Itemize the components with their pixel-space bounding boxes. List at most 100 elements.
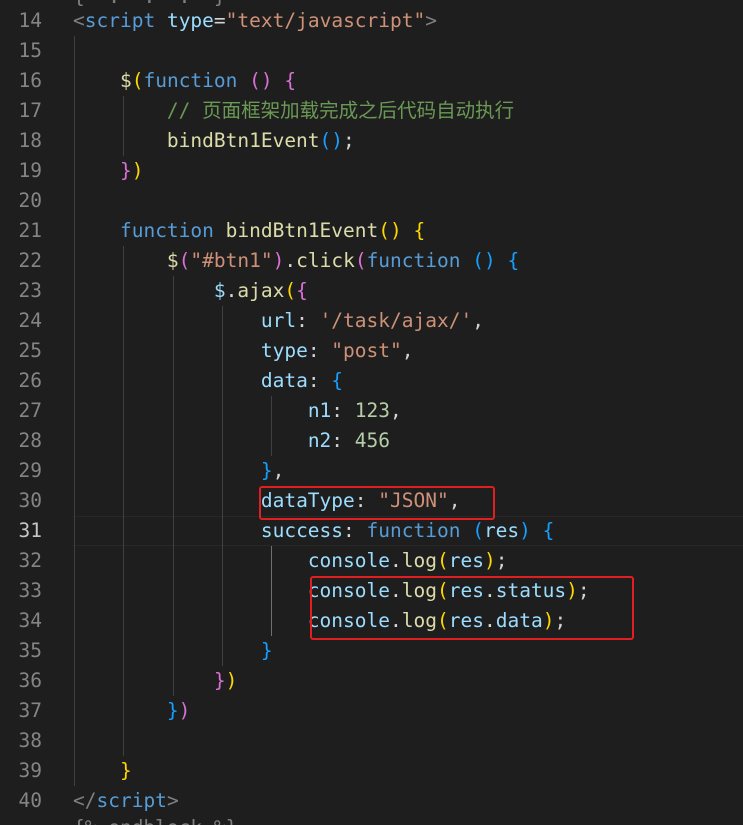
code-token: ) bbox=[483, 549, 496, 572]
code-line[interactable]: type: "post", bbox=[73, 336, 414, 366]
code-token: script bbox=[84, 9, 156, 32]
code-token: = bbox=[213, 9, 226, 32]
code-line[interactable]: data: { bbox=[73, 366, 343, 396]
code-token: } bbox=[260, 639, 273, 662]
code-line[interactable]: }, bbox=[73, 456, 285, 486]
code-token: , bbox=[401, 339, 414, 362]
code-token: ( bbox=[284, 279, 297, 302]
code-token: n1 bbox=[307, 399, 332, 422]
code-token: { bbox=[296, 279, 308, 302]
code-line[interactable]: } bbox=[73, 756, 132, 786]
code-line[interactable]: }) bbox=[73, 666, 238, 696]
partial-line-bottom: {% endblock %} bbox=[73, 813, 237, 825]
code-token: bindBtn1Event bbox=[166, 129, 320, 152]
code-line[interactable]: function bindBtn1Event() { bbox=[73, 216, 425, 246]
code-token: $ bbox=[213, 279, 226, 302]
code-line[interactable]: console.log(res); bbox=[73, 546, 508, 576]
code-line[interactable]: bindBtn1Event(); bbox=[73, 126, 355, 156]
code-token: : bbox=[296, 309, 320, 332]
code-token: . bbox=[284, 249, 297, 272]
code-token: { bbox=[413, 219, 426, 242]
code-token: ( bbox=[472, 519, 484, 542]
code-token: res bbox=[448, 549, 484, 572]
code-line[interactable]: }) bbox=[73, 696, 191, 726]
code-line[interactable]: url: '/task/ajax/', bbox=[73, 306, 484, 336]
code-line[interactable]: <script type="text/javascript"> bbox=[73, 6, 437, 36]
code-line[interactable]: $(function () { bbox=[73, 66, 296, 96]
code-token: { bbox=[542, 519, 555, 542]
code-token: type bbox=[166, 9, 214, 32]
code-token: : bbox=[307, 339, 332, 362]
code-token: n2 bbox=[307, 429, 332, 452]
code-token: ajax bbox=[237, 279, 285, 302]
code-token: 456 bbox=[354, 429, 391, 452]
code-token: ) bbox=[178, 699, 191, 722]
code-token: : bbox=[307, 369, 332, 392]
code-area[interactable]: <script type="text/javascript"> $(functi… bbox=[0, 0, 743, 825]
code-token: $ bbox=[119, 69, 132, 92]
code-token: () bbox=[319, 129, 344, 152]
code-line[interactable]: }) bbox=[73, 156, 144, 186]
highlight-box-datatype bbox=[259, 486, 495, 520]
code-token: "#btn1" bbox=[190, 249, 273, 272]
code-token: function bbox=[366, 519, 461, 542]
code-token: function bbox=[366, 249, 461, 272]
code-token: ( bbox=[436, 549, 449, 572]
code-token: bindBtn1Event bbox=[225, 219, 379, 242]
code-token: ; bbox=[495, 549, 508, 572]
code-token: res bbox=[483, 519, 520, 542]
code-token: "text/javascript" bbox=[225, 9, 426, 32]
code-token: url bbox=[260, 309, 297, 332]
code-editor[interactable]: { . . . } 141516171819202122232425262728… bbox=[0, 0, 743, 825]
code-token: console bbox=[307, 549, 390, 572]
code-token: () bbox=[472, 249, 496, 272]
code-line[interactable]: } bbox=[73, 636, 273, 666]
code-token: type bbox=[260, 339, 308, 362]
code-token: function bbox=[143, 69, 238, 92]
code-token: { bbox=[331, 369, 344, 392]
code-token: ( bbox=[354, 249, 367, 272]
code-line[interactable]: </script> bbox=[73, 786, 179, 816]
code-line[interactable]: // 页面框架加载完成之后代码自动执行 bbox=[73, 96, 514, 126]
code-token: $ bbox=[166, 249, 179, 272]
code-token: success bbox=[260, 519, 344, 542]
code-line[interactable]: n1: 123, bbox=[73, 396, 402, 426]
code-line[interactable]: n2: 456 bbox=[73, 426, 390, 456]
code-token: } bbox=[213, 669, 226, 692]
code-token: 123 bbox=[354, 399, 391, 422]
code-line[interactable]: $("#btn1").click(function () { bbox=[73, 246, 519, 276]
code-token: . bbox=[225, 279, 238, 302]
code-token: > bbox=[166, 789, 179, 812]
code-token: ) bbox=[225, 669, 238, 692]
code-line[interactable]: success: function (res) { bbox=[73, 516, 555, 546]
code-token: data bbox=[260, 369, 308, 392]
code-token: } bbox=[260, 459, 273, 482]
code-token: { bbox=[284, 69, 297, 92]
highlight-box-console-logs bbox=[310, 576, 634, 640]
code-token: , bbox=[390, 399, 402, 422]
code-token: , bbox=[472, 309, 484, 332]
code-line[interactable]: $.ajax({ bbox=[73, 276, 308, 306]
code-token: ) bbox=[131, 159, 144, 182]
code-token: ) bbox=[519, 519, 531, 542]
